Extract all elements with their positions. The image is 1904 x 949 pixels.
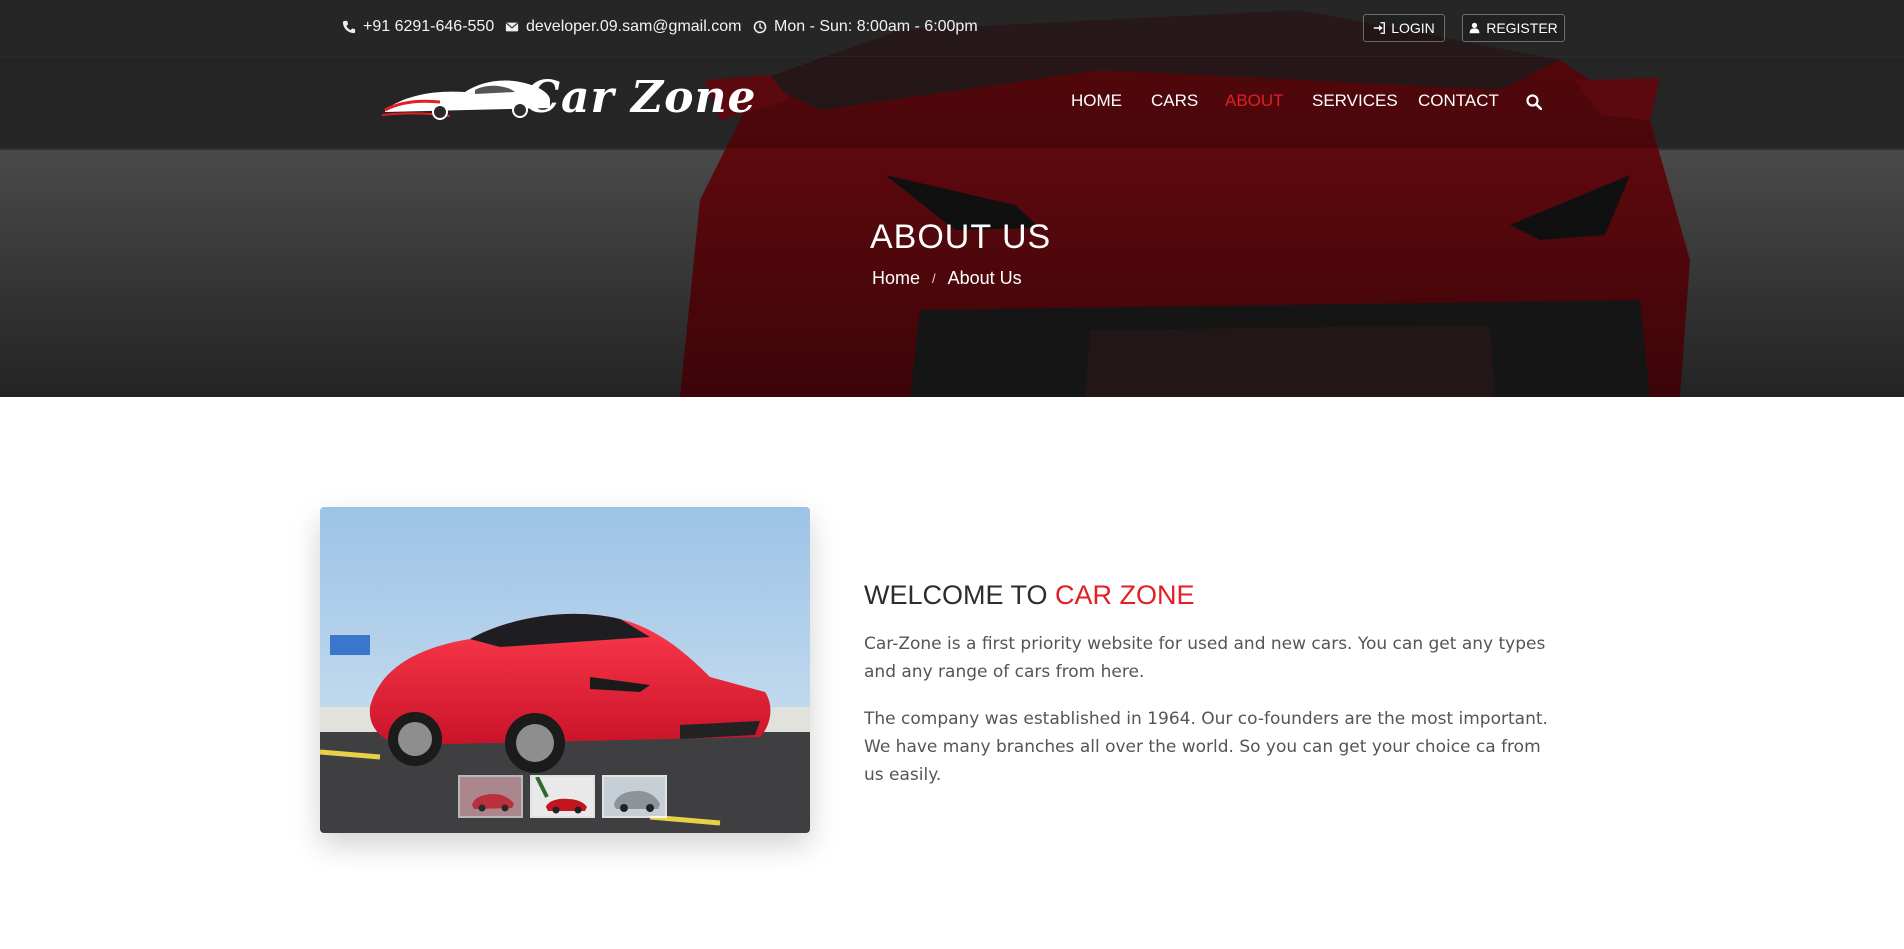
breadcrumb-separator: / <box>932 271 936 286</box>
search-icon[interactable] <box>1526 94 1542 110</box>
clock-icon <box>753 20 767 34</box>
email-address: developer.09.sam@gmail.com <box>526 18 742 35</box>
register-label: REGISTER <box>1486 20 1558 36</box>
about-paragraph-1: Car-Zone is a first priority website for… <box>864 634 1546 682</box>
brand-logo-text: Car Zone <box>525 72 757 123</box>
about-heading-prefix: WELCOME TO <box>864 580 1056 610</box>
about-paragraph-2: The company was established in 1964. Our… <box>864 709 1548 785</box>
nav-about[interactable]: ABOUT <box>1225 91 1284 111</box>
opening-hours: Mon - Sun: 8:00am - 6:00pm <box>774 18 978 35</box>
hours-info: Mon - Sun: 8:00am - 6:00pm <box>753 18 978 36</box>
about-heading-accent: CAR ZONE <box>1055 580 1195 610</box>
login-label: LOGIN <box>1391 20 1435 36</box>
phone-number: +91 6291-646-550 <box>363 18 495 35</box>
about-heading: WELCOME TO CAR ZONE <box>864 580 1195 611</box>
page-title: ABOUT US <box>870 218 1052 256</box>
thumbnail-red-car-palm-image <box>532 777 593 816</box>
breadcrumb-current: About Us <box>947 268 1022 288</box>
email-contact[interactable]: developer.09.sam@gmail.com <box>505 18 741 36</box>
thumbnail-2[interactable] <box>530 775 595 818</box>
thumbnail-red-car-image <box>460 777 521 816</box>
login-button[interactable]: LOGIN <box>1363 14 1445 42</box>
nav-home[interactable]: HOME <box>1071 91 1122 111</box>
thumbnail-silver-suv-image <box>604 777 665 816</box>
sign-in-icon <box>1373 22 1386 34</box>
gallery-thumbnails <box>458 775 667 818</box>
register-button[interactable]: REGISTER <box>1462 14 1565 42</box>
nav-services[interactable]: SERVICES <box>1312 91 1398 111</box>
breadcrumb-home[interactable]: Home <box>872 268 920 289</box>
phone-icon <box>342 20 356 34</box>
thumbnail-3[interactable] <box>602 775 667 818</box>
breadcrumb: Home / About Us <box>872 268 1022 289</box>
nav-cars[interactable]: CARS <box>1151 91 1198 111</box>
user-icon <box>1469 22 1480 34</box>
nav-contact[interactable]: CONTACT <box>1418 91 1499 111</box>
phone-contact[interactable]: +91 6291-646-550 <box>342 18 494 36</box>
envelope-icon <box>505 22 519 32</box>
main-navbar <box>0 56 1904 148</box>
thumbnail-1[interactable] <box>458 775 523 818</box>
